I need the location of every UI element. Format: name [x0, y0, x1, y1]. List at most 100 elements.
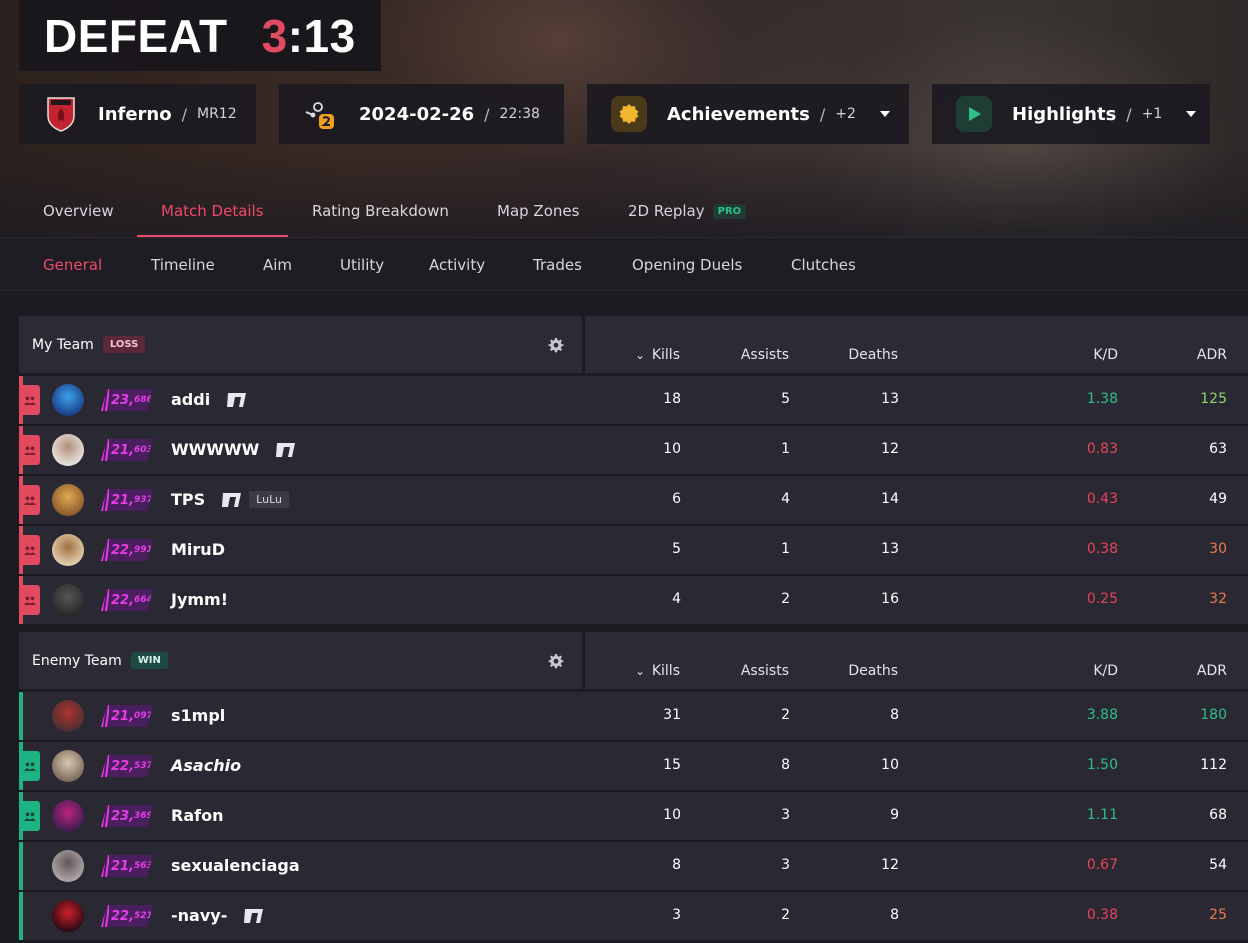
column-label: Assists [740, 663, 789, 679]
column-header-kd[interactable]: K/D [1093, 663, 1118, 679]
player-name[interactable]: WWWWW [171, 440, 297, 459]
subtab-activity[interactable]: Activity [429, 238, 485, 292]
subtab-opening-duels[interactable]: Opening Duels [632, 238, 742, 292]
player-row[interactable]: 22, 664 Jymm! 4 2 16 0.25 32 [19, 576, 1248, 624]
tab-match-details[interactable]: Match Details [137, 185, 287, 237]
column-label: Deaths [848, 663, 898, 679]
stat-deaths: 8 [890, 907, 899, 923]
gear-icon[interactable] [548, 653, 564, 669]
player-row[interactable]: 21, 097 s1mpl 31 2 8 3.88 180 [19, 692, 1248, 740]
column-header-assists[interactable]: Assists [741, 347, 789, 363]
player-name[interactable]: sexualenciaga [171, 856, 300, 875]
column-header-kd[interactable]: K/D [1093, 347, 1118, 363]
team-header: My Team LOSS ⌄ Kills Assists Deaths K/D ADR [19, 316, 1248, 374]
subtab-trades[interactable]: Trades [533, 238, 582, 292]
stat-deaths: 10 [881, 757, 899, 773]
team-name: Enemy Team [32, 652, 122, 669]
party-icon [23, 762, 36, 771]
player-name[interactable]: Jymm! [171, 590, 228, 609]
tab-2d-replay[interactable]: 2D Replay PRO [628, 185, 747, 237]
player-name[interactable]: s1mpl [171, 706, 225, 725]
match-result-score: DEFEAT 3 : 13 [19, 0, 381, 71]
party-icon [23, 596, 36, 605]
premier-rating-badge: 21, 097 [101, 705, 153, 727]
subtab-timeline[interactable]: Timeline [151, 238, 215, 292]
column-label: ADR [1196, 663, 1227, 679]
stat-adr: 68 [1209, 807, 1227, 823]
player-name[interactable]: TPS LuLu [171, 490, 289, 509]
stat-kills: 10 [663, 441, 681, 457]
player-name[interactable]: MiruD [171, 540, 225, 559]
enemy-score: 13 [303, 9, 356, 62]
score-separator: : [287, 9, 304, 62]
rating-stripes-icon [101, 589, 109, 611]
rating-main: 23, [111, 392, 135, 408]
team-color-strip [19, 842, 23, 890]
column-header-adr[interactable]: ADR [1197, 663, 1227, 679]
rating-sub: 521 [134, 911, 153, 921]
player-row[interactable]: 21, 603 WWWWW 10 1 12 0.83 63 [19, 426, 1248, 474]
faceit-icon [244, 908, 264, 923]
gear-icon[interactable] [548, 337, 564, 353]
stat-deaths: 9 [890, 807, 899, 823]
avatar[interactable] [52, 584, 84, 616]
achievements-dropdown[interactable]: Achievements / +2 [587, 84, 909, 144]
party-tag [19, 485, 40, 515]
avatar[interactable] [52, 750, 84, 782]
rating-main: 22, [111, 542, 135, 558]
avatar[interactable] [52, 384, 84, 416]
player-row[interactable]: 23, 369 Rafon 10 3 9 1.11 68 [19, 792, 1248, 840]
subtab-clutches[interactable]: Clutches [791, 238, 856, 292]
player-row[interactable]: 22, 521 -navy- 3 2 8 0.38 25 [19, 892, 1248, 940]
player-name[interactable]: addi [171, 390, 248, 409]
column-label: Assists [740, 347, 789, 363]
column-header-kills[interactable]: ⌄ Kills [635, 347, 680, 363]
subtab-utility[interactable]: Utility [340, 238, 384, 292]
stat-kd: 0.83 [1086, 441, 1118, 457]
column-header-assists[interactable]: Assists [741, 663, 789, 679]
tab-rating-breakdown[interactable]: Rating Breakdown [312, 185, 449, 237]
stat-kills: 3 [672, 907, 681, 923]
player-name[interactable]: Rafon [171, 806, 223, 825]
stat-adr: 180 [1200, 707, 1227, 723]
match-date: 2024-02-26 [359, 103, 475, 125]
stat-adr: 25 [1209, 907, 1227, 923]
stat-adr: 49 [1209, 491, 1227, 507]
player-row[interactable]: 21, 937 TPS LuLu 6 4 14 0.43 49 [19, 476, 1248, 524]
party-icon [23, 446, 36, 455]
player-name-text: MiruD [171, 540, 225, 559]
main-tabs: Overview Match Details Rating Breakdown … [0, 185, 1248, 237]
tab-map-zones[interactable]: Map Zones [497, 185, 579, 237]
avatar[interactable] [52, 800, 84, 832]
column-header-deaths[interactable]: Deaths [848, 663, 898, 679]
stat-kd: 0.43 [1086, 491, 1118, 507]
avatar[interactable] [52, 900, 84, 932]
stat-assists: 4 [781, 491, 790, 507]
player-name[interactable]: -navy- [171, 906, 265, 925]
stat-adr: 112 [1200, 757, 1227, 773]
subtab-aim[interactable]: Aim [263, 238, 292, 292]
column-header-deaths[interactable]: Deaths [848, 347, 898, 363]
stat-assists: 1 [781, 441, 790, 457]
player-row[interactable]: 22, 537 Asachio 15 8 10 1.50 112 [19, 742, 1248, 790]
column-header-adr[interactable]: ADR [1197, 347, 1227, 363]
player-name[interactable]: Asachio [171, 756, 241, 775]
premier-rating-badge: 21, 563 [101, 855, 153, 877]
party-tag [19, 801, 40, 831]
column-header-kills[interactable]: ⌄ Kills [635, 663, 680, 679]
avatar[interactable] [52, 700, 84, 732]
highlights-dropdown[interactable]: Highlights / +1 [932, 84, 1210, 144]
player-row[interactable]: 22, 991 MiruD 5 1 13 0.38 30 [19, 526, 1248, 574]
rating-sub: 537 [134, 761, 153, 771]
tab-overview[interactable]: Overview [43, 185, 114, 237]
map-mode: MR12 [197, 106, 237, 122]
avatar[interactable] [52, 434, 84, 466]
avatar[interactable] [52, 534, 84, 566]
stat-kills: 10 [663, 807, 681, 823]
avatar[interactable] [52, 850, 84, 882]
subtab-general[interactable]: General [43, 238, 102, 292]
party-icon [23, 396, 36, 405]
player-row[interactable]: 23, 686 addi 18 5 13 1.38 125 [19, 376, 1248, 424]
avatar[interactable] [52, 484, 84, 516]
player-row[interactable]: 21, 563 sexualenciaga 8 3 12 0.67 54 [19, 842, 1248, 890]
